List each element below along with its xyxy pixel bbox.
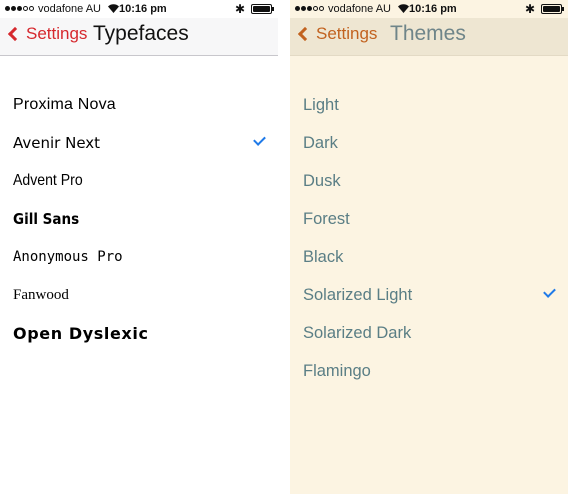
list-item-solarized-dark[interactable]: Solarized Dark [290,314,568,352]
divider [278,0,290,494]
list-item-label: Dark [303,133,338,152]
typefaces-screen: vodafone AU 10:16 pm ✱ Settings Typeface… [0,0,278,494]
page-title: Themes [390,22,466,45]
chevron-left-icon [297,26,313,42]
list-item-label: Proxima Nova [13,96,116,113]
list-item-forest[interactable]: Forest [290,200,568,238]
carrier-label: vodafone AU [38,3,101,15]
list-item-dusk[interactable]: Dusk [290,162,568,200]
checkmark-icon [253,133,266,146]
typeface-list: Proxima Nova Avenir Next Advent Pro Gill… [0,86,278,352]
bluetooth-icon: ✱ [525,2,536,16]
signal-strength-icon [295,6,325,18]
list-item-avenir-next[interactable]: Avenir Next [0,124,278,162]
checkmark-icon [543,285,556,298]
list-item-label: Solarized Dark [303,323,412,342]
list-item-label: Anonymous Pro [13,249,123,265]
themes-screen: vodafone AU 10:16 pm ✱ Settings Themes L… [290,0,568,494]
page-title: Typefaces [93,22,189,45]
list-item-label: Light [303,95,339,114]
list-item-label: Black [303,247,344,266]
status-bar: vodafone AU 10:16 pm ✱ [0,0,278,18]
wifi-icon [108,4,119,16]
list-item-black[interactable]: Black [290,238,568,276]
list-item-label: Dusk [303,171,341,190]
theme-list: Light Dark Dusk Forest Black Solarized L… [290,86,568,390]
list-item-proxima-nova[interactable]: Proxima Nova [0,86,278,124]
list-item-solarized-light[interactable]: Solarized Light [290,276,568,314]
list-item-gill-sans[interactable]: Gill Sans [0,200,278,238]
list-item-fanwood[interactable]: Fanwood [0,276,278,314]
back-button-label: Settings [26,24,88,43]
clock: 10:16 pm [409,3,457,15]
nav-bar: Settings Themes [290,18,568,56]
clock: 10:16 pm [119,3,167,15]
wifi-icon [398,4,409,16]
back-button[interactable]: Settings [6,24,87,44]
list-item-label: Avenir Next [13,134,101,152]
battery-icon [541,4,564,14]
bluetooth-icon: ✱ [235,2,246,16]
list-item-label: Solarized Light [303,285,413,304]
signal-strength-icon [5,6,35,18]
carrier-label: vodafone AU [328,3,391,15]
list-item-label: Open Dyslexic [13,323,149,343]
list-item-light[interactable]: Light [290,86,568,124]
back-button-label: Settings [316,24,378,43]
list-item-label: Fanwood [13,286,69,303]
chevron-left-icon [7,26,23,42]
list-item-label: Advent Pro [13,172,83,189]
list-item-advent-pro[interactable]: Advent Pro [0,162,278,200]
list-item-anonymous-pro[interactable]: Anonymous Pro [0,238,278,276]
list-item-flamingo[interactable]: Flamingo [290,352,568,390]
status-bar: vodafone AU 10:16 pm ✱ [290,0,568,18]
battery-icon [251,4,274,14]
list-item-dark[interactable]: Dark [290,124,568,162]
list-item-label: Flamingo [303,361,371,380]
nav-bar: Settings Typefaces [0,18,278,56]
list-item-label: Gill Sans [13,210,80,228]
back-button[interactable]: Settings [296,24,377,44]
list-item-open-dyslexic[interactable]: Open Dyslexic [0,314,278,352]
list-item-label: Forest [303,209,350,228]
